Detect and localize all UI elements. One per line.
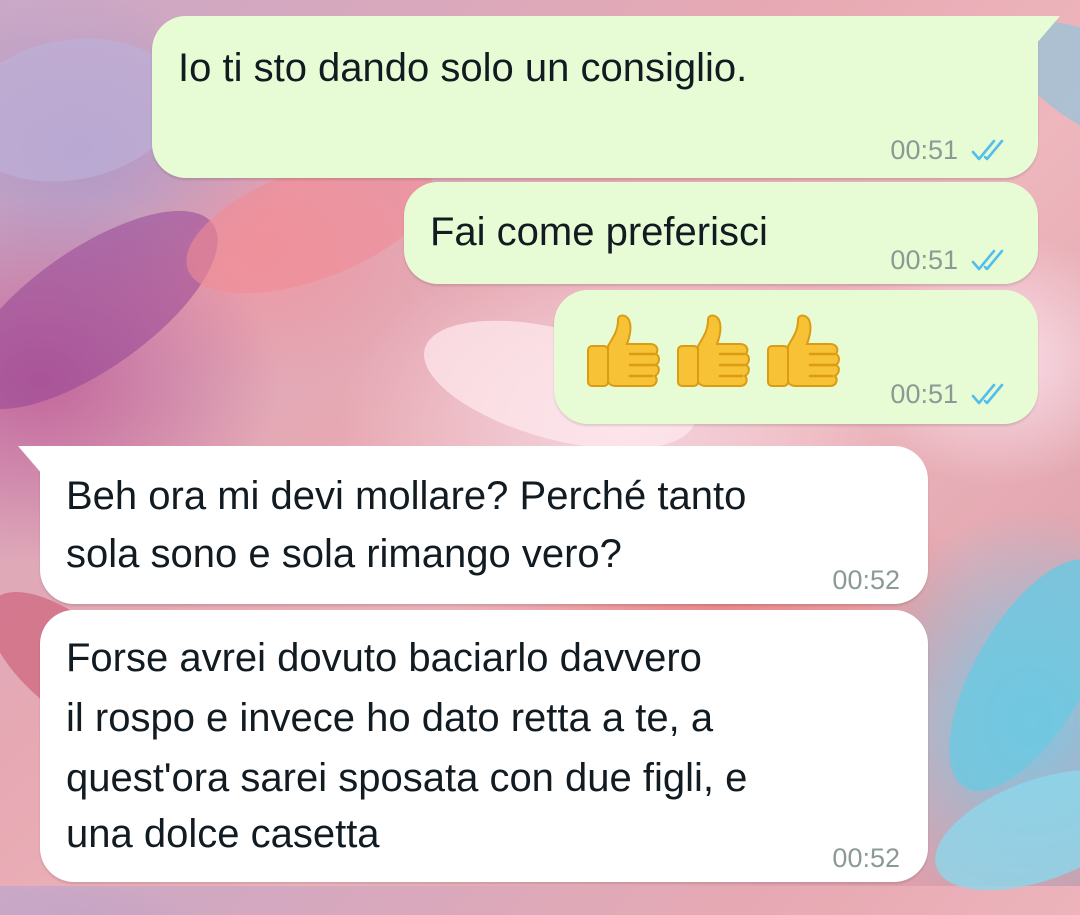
bubble-tail	[18, 446, 42, 474]
outgoing-message-bubble[interactable]: Io ti sto dando solo un consiglio. 00:51	[152, 16, 1060, 178]
message-text: Io ti sto dando solo un consiglio.	[178, 46, 748, 90]
incoming-message-bubble[interactable]: Beh ora mi devi mollare? Perché tanto so…	[18, 446, 928, 606]
thumbs-up-emoji-icon	[767, 314, 840, 387]
message-meta: 00:51	[890, 234, 1014, 286]
incoming-message-bubble[interactable]: Forse avrei dovuto baciarlo davvero il r…	[40, 610, 928, 882]
message-text-line: Beh ora mi devi mollare? Perché tanto	[66, 474, 747, 518]
background-petal	[917, 534, 1080, 816]
message-text-line: sola sono e sola rimango vero?	[66, 532, 622, 576]
message-time: 00:51	[890, 135, 958, 165]
message-text-line: Forse avrei dovuto baciarlo davvero	[66, 636, 702, 680]
thumbs-up-emoji-icon	[587, 314, 660, 387]
message-time: 00:52	[832, 843, 900, 873]
message-text-line: una dolce casetta	[66, 812, 380, 856]
thumbs-up-emoji-icon	[677, 314, 750, 387]
background-petal	[919, 745, 1080, 915]
message-text-line: quest'ora sarei sposata con due figli, e	[66, 756, 748, 800]
message-text-line: il rospo e invece ho dato retta a te, a	[66, 696, 714, 740]
message-meta: 00:52	[832, 554, 900, 606]
message-time: 00:51	[890, 379, 958, 409]
message-meta: 00:51	[890, 124, 1014, 176]
double-check-read-icon	[971, 139, 1004, 161]
message-time: 00:52	[832, 565, 900, 595]
message-meta: 00:51	[890, 368, 1014, 420]
bubble-tail	[1036, 16, 1060, 44]
message-time: 00:51	[890, 245, 958, 275]
double-check-read-icon	[971, 383, 1004, 405]
double-check-read-icon	[971, 249, 1004, 271]
outgoing-emoji-message-bubble[interactable]: 00:51	[554, 290, 1038, 424]
message-meta: 00:52	[832, 832, 900, 884]
background-petal	[0, 174, 248, 446]
message-text: Fai come preferisci	[430, 210, 768, 254]
outgoing-message-bubble[interactable]: Fai come preferisci 00:51	[404, 182, 1038, 284]
emoji-row	[578, 312, 842, 396]
